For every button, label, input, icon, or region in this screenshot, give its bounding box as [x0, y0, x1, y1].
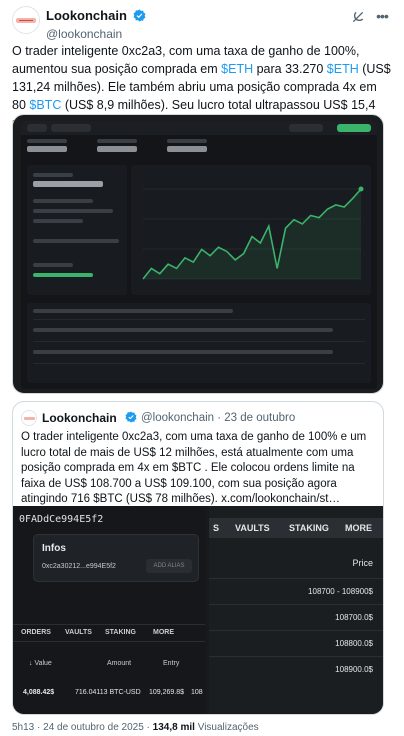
- right-tabs: S VAULTS STAKING MORE: [209, 518, 383, 538]
- avatar-logo-line: [19, 20, 33, 21]
- row-entry: 109,269.8$: [149, 689, 185, 696]
- tab-staking: STAKING: [105, 629, 136, 636]
- dashboard-stats: [27, 139, 371, 159]
- tweet-page: Lookonchain @lookonchain ••• O trader in…: [0, 0, 404, 736]
- col-value: ↓ Value: [29, 660, 52, 667]
- topbar-button: [337, 124, 371, 132]
- panel-line: [33, 181, 103, 187]
- dashboard-left-panel: [27, 165, 127, 295]
- dashboard-positions-table: [27, 303, 371, 383]
- quoted-tweet-header: Lookonchain @lookonchain · 23 de outubro: [21, 410, 377, 426]
- col-entry: Entry: [163, 660, 180, 667]
- tab-s: S: [213, 523, 220, 533]
- panel-line: [33, 239, 119, 243]
- price-row: 108700 - 108900$: [209, 578, 383, 604]
- table-divider: [33, 363, 365, 364]
- stat-value: [97, 146, 137, 152]
- topbar-pill: [289, 124, 323, 132]
- views-count: 134,8 mil: [152, 722, 195, 733]
- quoted-media-image: 0FADdCe994E5f2 Infos 0xc2a30212...e994E5…: [13, 506, 383, 714]
- tab-vaults: VAULTS: [65, 629, 92, 636]
- quoted-media-right: S VAULTS STAKING MORE Price 108700 - 108…: [209, 506, 383, 714]
- cashtag-eth-link[interactable]: $ETH: [221, 62, 253, 76]
- panel-line: [33, 199, 93, 203]
- avatar[interactable]: [12, 6, 40, 34]
- stat-label: [97, 139, 137, 143]
- wallet-address: 0FADdCe994E5f2: [19, 514, 104, 525]
- price-value: 108700.0$: [335, 613, 373, 622]
- topbar-pill: [51, 124, 91, 132]
- tweet-media-image[interactable]: [12, 114, 384, 394]
- tab-more: MORE: [345, 523, 372, 533]
- panel-line: [33, 263, 73, 267]
- panel-line: [33, 273, 93, 277]
- verified-icon: [133, 9, 146, 22]
- panel-line: [33, 219, 83, 223]
- chart-point: [358, 186, 364, 192]
- stat-value: [27, 146, 67, 152]
- table-row-line: [33, 328, 333, 332]
- table-divider: [33, 319, 365, 320]
- quoted-author-name: Lookonchain: [42, 411, 117, 425]
- quoted-media-left: 0FADdCe994E5f2 Infos 0xc2a30212...e994E5…: [13, 506, 205, 714]
- cashtag-btc-link[interactable]: $BTC: [29, 98, 61, 112]
- cashtag-eth-link[interactable]: $ETH: [327, 62, 359, 76]
- tweet-timestamp[interactable]: 5h13 · 24 de outubro de 2025 ·: [12, 722, 153, 733]
- add-alias-button: ADD ALIAS: [146, 559, 192, 573]
- quoted-meta: @lookonchain · 23 de outubro: [141, 412, 296, 424]
- left-tabs: ORDERS VAULTS STAKING MORE: [13, 624, 205, 642]
- author-name[interactable]: Lookonchain: [46, 8, 127, 23]
- tweet-footer: 5h13 · 24 de outubro de 2025 · 134,8 mil…: [12, 722, 259, 733]
- infos-card: Infos 0xc2a30212...e994E5f2 ADD ALIAS: [33, 534, 199, 582]
- table-row-line: [33, 350, 333, 354]
- table-divider: [33, 341, 365, 342]
- infos-title: Infos: [42, 543, 66, 554]
- price-value: 108900.0$: [335, 665, 373, 674]
- tab-more: MORE: [153, 629, 174, 636]
- views-label: Visualizações: [194, 722, 259, 733]
- stat-value: [167, 146, 207, 152]
- row-amount: 716.04113 BTC-USD: [75, 689, 141, 696]
- price-header: Price: [352, 558, 373, 568]
- author-block: Lookonchain @lookonchain: [46, 7, 146, 41]
- quoted-avatar-logo: [24, 417, 35, 420]
- grok-icon[interactable]: [350, 9, 366, 25]
- pnl-chart: [142, 186, 364, 280]
- price-row: 108700.0$: [209, 604, 383, 630]
- topbar-pill: [27, 124, 47, 132]
- price-value: 108800.0$: [335, 639, 373, 648]
- row-price: 108: [191, 689, 203, 696]
- tweet-text-part: para 33.270: [253, 62, 327, 76]
- stat-label: [27, 139, 67, 143]
- verified-icon: [125, 411, 137, 423]
- tab-orders: ORDERS: [21, 629, 51, 636]
- quoted-avatar: [21, 410, 37, 426]
- dashboard-topbar: [21, 121, 377, 135]
- price-row: 108800.0$: [209, 630, 383, 656]
- col-amount: Amount: [107, 660, 132, 667]
- row-value: 4,088.42$: [23, 689, 55, 696]
- quoted-tweet[interactable]: Lookonchain @lookonchain · 23 de outubro…: [12, 401, 384, 715]
- pnl-chart-panel: [131, 165, 371, 295]
- dashboard-screenshot: [21, 121, 377, 389]
- author-handle[interactable]: @lookonchain: [46, 27, 146, 41]
- stat-label: [167, 139, 207, 143]
- chart-area: [143, 189, 361, 279]
- table-header-line: [33, 309, 233, 313]
- tab-staking: STAKING: [289, 523, 329, 533]
- infos-address: 0xc2a30212...e994E5f2: [42, 563, 116, 570]
- tab-vaults: VAULTS: [235, 523, 270, 533]
- price-value: 108700 - 108900$: [308, 587, 373, 596]
- more-horizontal-icon[interactable]: •••: [374, 9, 390, 25]
- panel-line: [33, 209, 113, 213]
- quoted-text: O trader inteligente 0xc2a3, com uma tax…: [21, 431, 367, 505]
- tweet-header: Lookonchain @lookonchain •••: [12, 6, 392, 41]
- price-row: 108900.0$: [209, 656, 383, 682]
- panel-line: [33, 173, 73, 177]
